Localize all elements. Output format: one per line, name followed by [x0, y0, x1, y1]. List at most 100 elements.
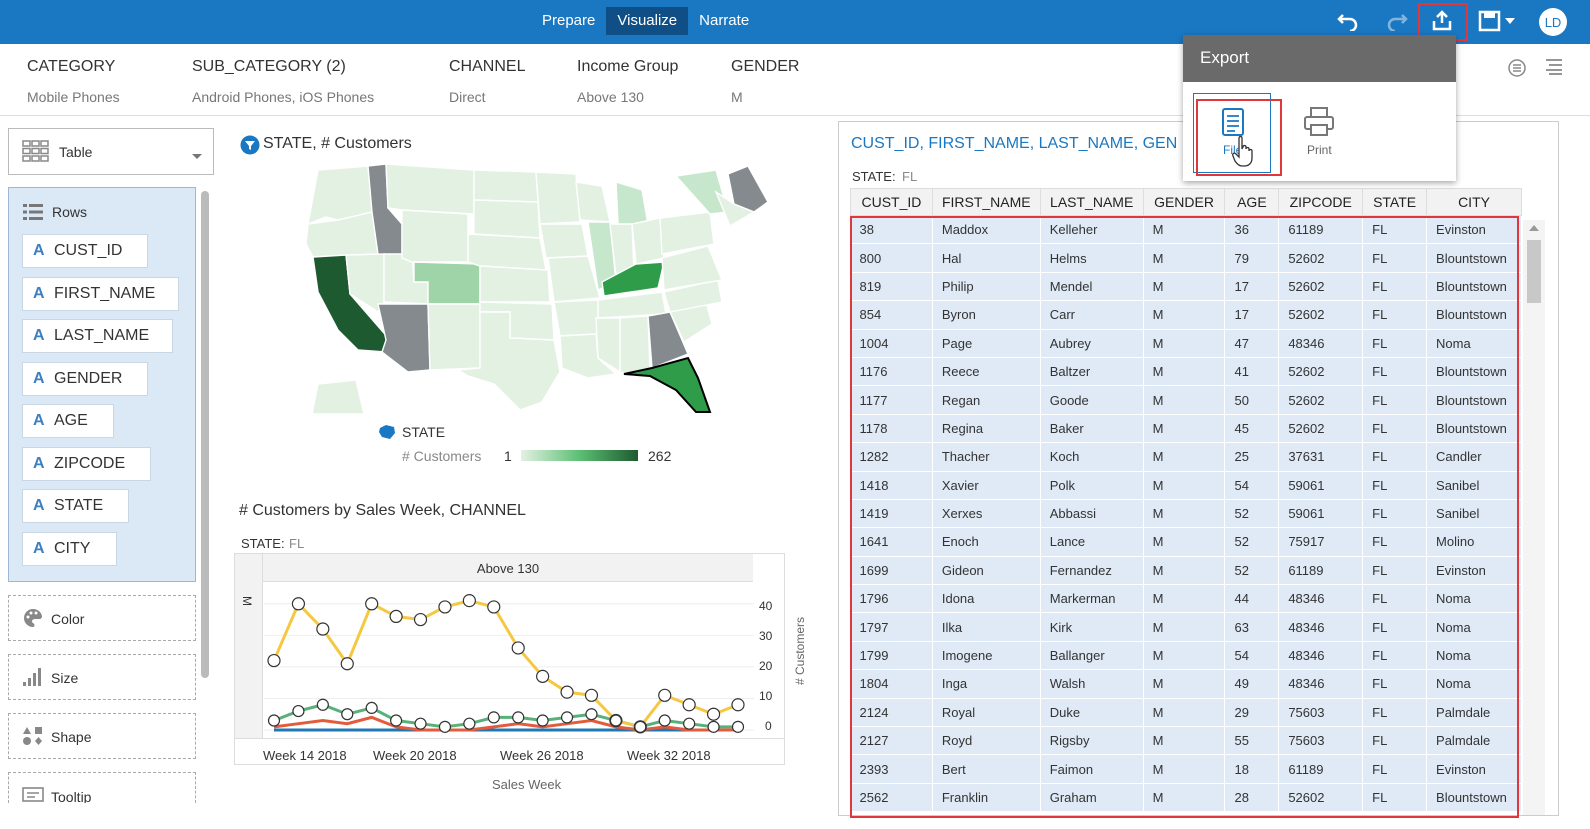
- tab-visualize[interactable]: Visualize: [606, 7, 689, 35]
- filter-settings-icon[interactable]: [1507, 58, 1527, 83]
- attribute-icon: A: [33, 327, 45, 344]
- column-header[interactable]: STATE: [1362, 188, 1428, 216]
- filter-category[interactable]: CATEGORY Mobile Phones: [27, 58, 120, 105]
- field-name: ZIPCODE: [54, 455, 126, 472]
- filter-value: M: [731, 89, 743, 105]
- data-point: [462, 594, 476, 608]
- table-scrollbar[interactable]: [1523, 220, 1545, 815]
- filter-name: Income Group: [577, 58, 679, 75]
- data-point: [438, 600, 452, 614]
- color-drop-zone[interactable]: Color: [8, 595, 196, 641]
- scroll-up-icon[interactable]: [1529, 225, 1539, 231]
- redo-icon[interactable]: [1383, 8, 1411, 34]
- tooltip-label: Tooltip: [51, 789, 92, 803]
- column-header[interactable]: CUST_ID: [850, 188, 933, 216]
- data-point: [292, 704, 305, 718]
- data-point: [584, 688, 599, 702]
- state-ia: [539, 223, 589, 259]
- state-shape-icon: [378, 424, 396, 445]
- state-wy: [401, 209, 469, 263]
- column-header[interactable]: GENDER: [1142, 188, 1226, 216]
- filter-name: SUB_CATEGORY (2): [192, 58, 346, 75]
- attribute-icon: A: [33, 242, 45, 259]
- table-filter-label: STATE:: [852, 169, 896, 184]
- menu-icon[interactable]: [1544, 58, 1564, 81]
- state-mn: [535, 171, 581, 225]
- field-pill[interactable]: A ZIPCODE: [22, 447, 151, 481]
- filter-value: Direct: [449, 89, 486, 105]
- size-drop-zone[interactable]: Size: [8, 654, 196, 700]
- tab-prepare[interactable]: Prepare: [531, 7, 606, 35]
- table-title: CUST_ID, FIRST_NAME, LAST_NAME, GEN: [851, 135, 1178, 152]
- legend-gradient: [521, 450, 638, 461]
- field-pill[interactable]: A CITY: [22, 532, 117, 566]
- attribute-icon: A: [33, 285, 45, 302]
- viz-type-label: Table: [59, 144, 93, 160]
- field-name: STATE: [54, 497, 104, 514]
- column-header[interactable]: LAST_NAME: [1039, 188, 1144, 216]
- data-point: [340, 657, 354, 671]
- data-point: [536, 714, 549, 727]
- palette-icon: [22, 608, 44, 631]
- field-pill[interactable]: A LAST_NAME: [22, 319, 173, 353]
- y-tick: 40: [759, 599, 773, 613]
- viz-type-select[interactable]: Table: [8, 128, 214, 175]
- line-chart-plot[interactable]: [264, 584, 754, 736]
- data-point: [414, 717, 427, 730]
- legend-state-label: STATE: [402, 424, 446, 440]
- tab-narrate[interactable]: Narrate: [688, 7, 760, 35]
- data-point: [707, 720, 720, 733]
- chart-column-header: Above 130: [263, 554, 753, 582]
- file-option-highlight: [1196, 99, 1282, 176]
- filter-gender[interactable]: GENDER M: [731, 58, 799, 105]
- rows-label: Rows: [52, 204, 88, 220]
- state-mi: [615, 181, 649, 225]
- filter-sub-category[interactable]: SUB_CATEGORY (2) Android Phones, iOS Phon…: [192, 58, 374, 105]
- chevron-down-icon: [191, 148, 203, 164]
- field-pill[interactable]: A AGE: [22, 404, 114, 438]
- y-tick: 20: [759, 659, 773, 673]
- us-choropleth-map[interactable]: [298, 162, 778, 414]
- attribute-icon: A: [33, 412, 45, 429]
- state-nm: [427, 303, 481, 371]
- state-nd: [473, 169, 539, 203]
- field-pill[interactable]: A STATE: [22, 489, 129, 523]
- filter-channel[interactable]: CHANNEL Direct: [449, 58, 525, 105]
- export-print-option[interactable]: Print: [1295, 99, 1345, 169]
- filter-name: CATEGORY: [27, 58, 116, 75]
- field-name: GENDER: [54, 370, 123, 387]
- panel-scrollbar[interactable]: [201, 191, 209, 678]
- undo-icon[interactable]: [1334, 8, 1362, 34]
- size-bars-icon: [22, 667, 42, 690]
- attribute-icon: A: [33, 370, 45, 387]
- x-tick: Week 26 2018: [500, 748, 584, 763]
- field-pill[interactable]: A FIRST_NAME: [22, 277, 179, 311]
- save-icon[interactable]: [1477, 8, 1519, 34]
- data-point: [536, 669, 550, 683]
- filter-funnel-icon[interactable]: [240, 135, 260, 160]
- filter-value: Android Phones, iOS Phones: [192, 89, 375, 105]
- table-header-row: CUST_ID FIRST_NAME LAST_NAME GENDER AGE …: [850, 188, 1522, 216]
- scrollbar-thumb[interactable]: [1527, 240, 1541, 303]
- chart-filter-value: FL: [289, 536, 305, 551]
- data-point: [560, 711, 574, 724]
- field-pill[interactable]: A GENDER: [22, 362, 148, 396]
- column-header[interactable]: FIRST_NAME: [931, 188, 1041, 216]
- data-point: [658, 714, 671, 727]
- legend-min: 1: [504, 448, 512, 464]
- field-pill[interactable]: A CUST_ID: [22, 234, 148, 268]
- data-point: [365, 597, 379, 611]
- column-header[interactable]: ZIPCODE: [1278, 188, 1364, 216]
- shape-drop-zone[interactable]: Shape: [8, 713, 196, 759]
- data-point: [585, 708, 598, 721]
- column-header[interactable]: AGE: [1224, 188, 1280, 216]
- column-header[interactable]: CITY: [1426, 188, 1522, 216]
- rows-drop-zone[interactable]: Rows A CUST_ID A FIRST_NAME A LAST_NAME A GE…: [8, 187, 196, 582]
- data-point: [682, 698, 696, 712]
- data-point: [267, 653, 281, 668]
- state-ny: [674, 169, 729, 215]
- state-ks: [479, 265, 551, 303]
- tooltip-drop-zone[interactable]: Tooltip: [8, 772, 196, 803]
- filter-income-group[interactable]: Income Group Above 130: [577, 58, 678, 105]
- user-avatar[interactable]: LD: [1539, 8, 1567, 36]
